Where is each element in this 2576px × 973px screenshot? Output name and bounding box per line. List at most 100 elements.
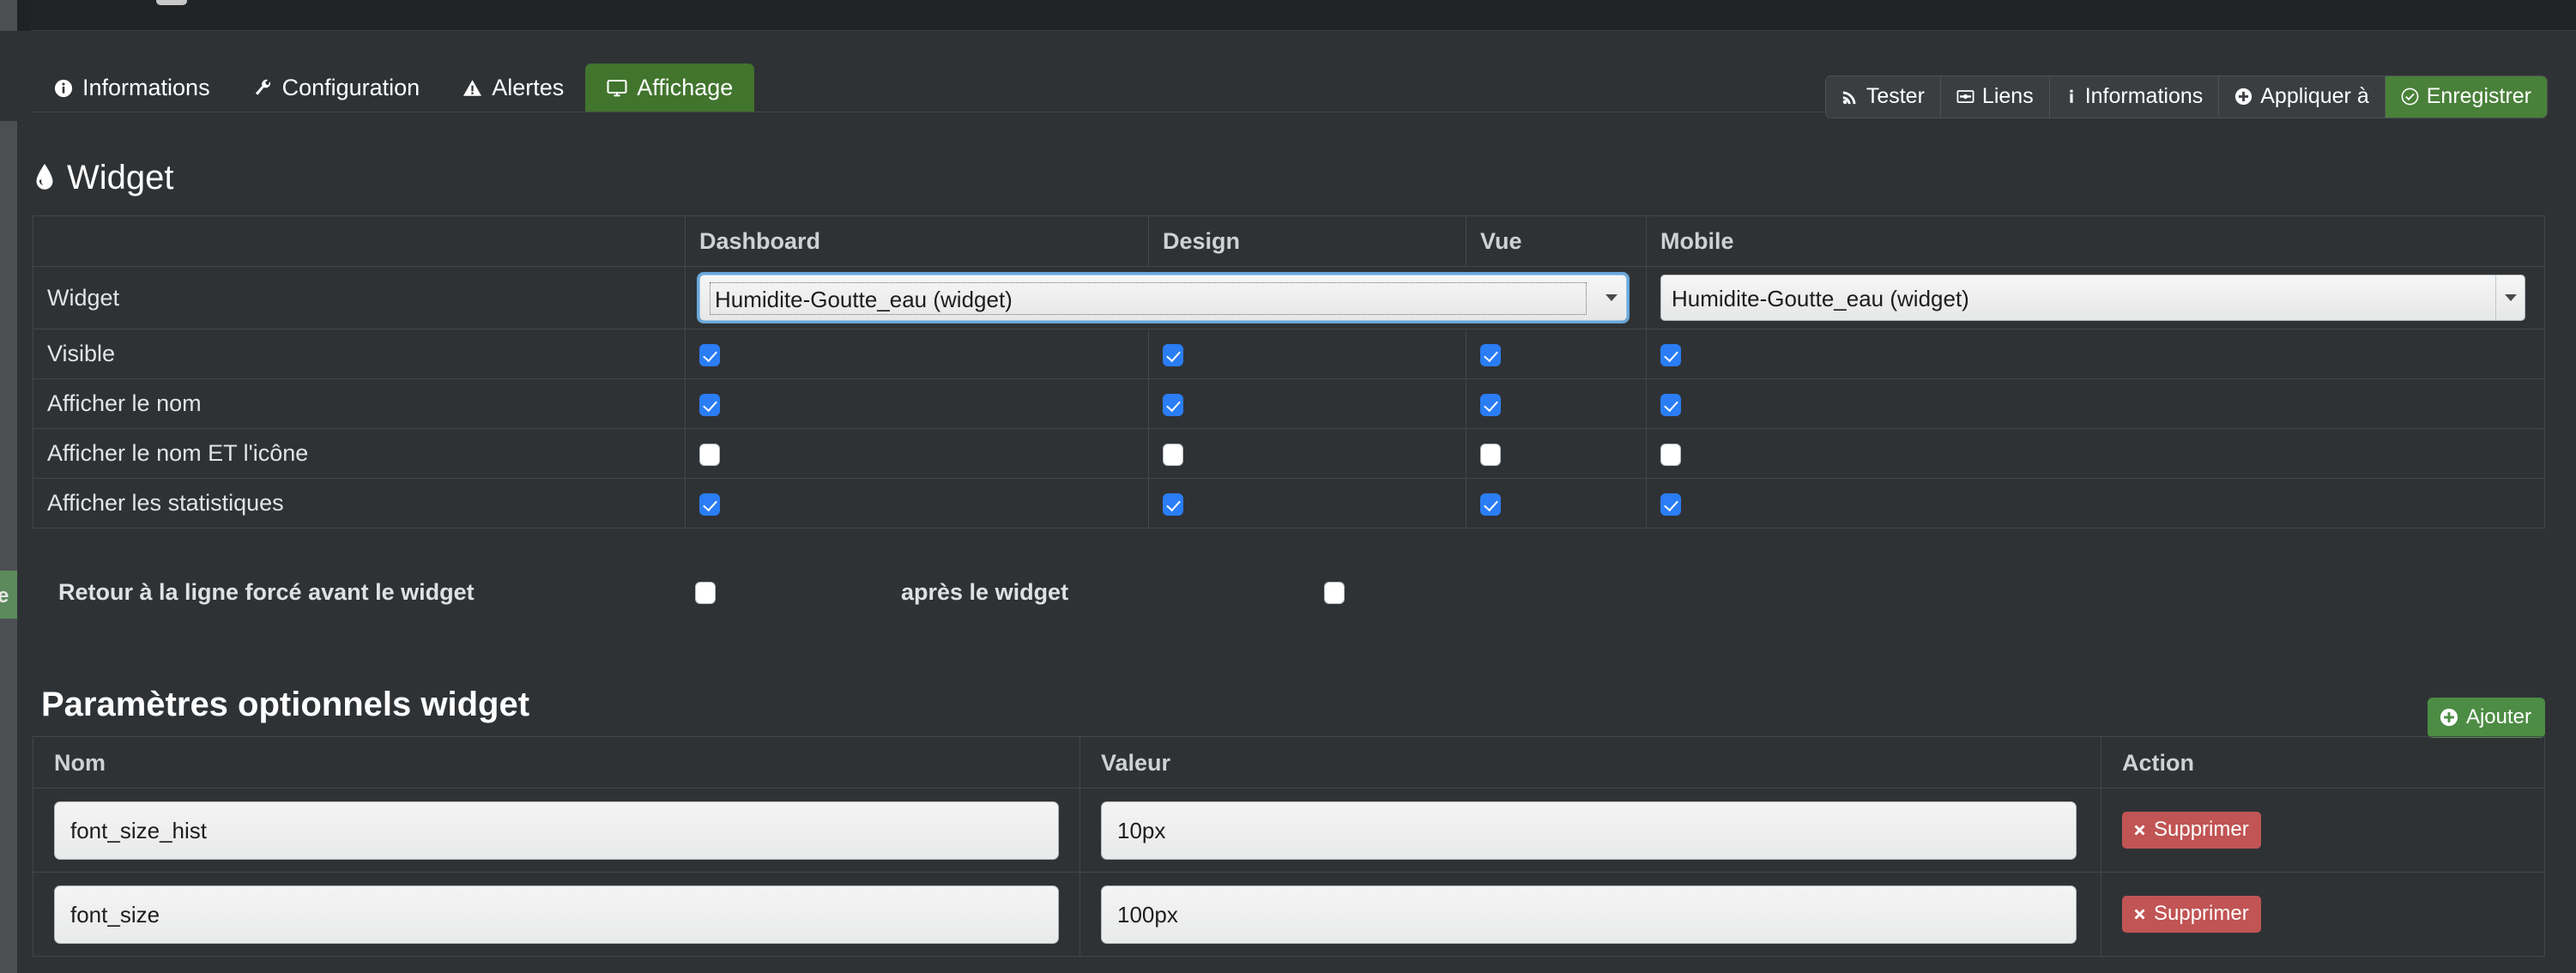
cell-dashboard-select: Humidite-Goutte_eau (widget)	[685, 266, 1647, 329]
link-frame-icon	[1956, 88, 1974, 106]
plus-circle-icon	[2234, 88, 2252, 106]
action-toolbar: Tester Liens Informations Appliquer à En	[1825, 76, 2547, 118]
checkbox-nom-design[interactable]	[1163, 394, 1183, 417]
cell-vue	[1466, 378, 1647, 429]
checkbox-visible-mobile[interactable]	[1660, 344, 1681, 367]
widget-section-title: Widget	[34, 160, 174, 195]
add-param-label: Ajouter	[2465, 705, 2531, 728]
delete-param-button[interactable]: Supprimer	[2122, 812, 2261, 849]
delete-param-label: Supprimer	[2154, 818, 2249, 841]
tab-affichage[interactable]: Affichage	[585, 63, 755, 112]
checkbox-nom-mobile[interactable]	[1660, 394, 1681, 417]
checkbox-stats-design[interactable]	[1163, 493, 1183, 517]
cell-mobile	[1646, 478, 2545, 529]
table-row-afficher-nom-icone: Afficher le nom ET l'icône	[33, 428, 2545, 479]
cell-action: Supprimer	[2101, 872, 2545, 957]
param-value-input[interactable]: 10px	[1101, 801, 2077, 860]
table-row-widget-select: Widget Humidite-Goutte_eau (widget) Humi…	[33, 266, 2545, 329]
table-row-afficher-nom: Afficher le nom	[33, 378, 2545, 429]
tab-label: Informations	[82, 75, 210, 100]
delete-param-button[interactable]: Supprimer	[2122, 896, 2261, 933]
table-row: font_size 100px Supprimer	[33, 872, 2545, 957]
tab-alertes[interactable]: Alertes	[441, 63, 585, 112]
checkbox-nom-vue[interactable]	[1480, 394, 1501, 417]
enregistrer-button[interactable]: Enregistrer	[2385, 76, 2547, 118]
liens-button[interactable]: Liens	[1940, 76, 2050, 118]
liens-label: Liens	[1981, 84, 2034, 108]
params-header-row: Nom Valeur Action	[33, 736, 2545, 789]
widget-select-mobile-value: Humidite-Goutte_eau (widget)	[1672, 286, 1969, 311]
rss-icon	[1841, 88, 1859, 106]
informations-button[interactable]: Informations	[2049, 76, 2220, 118]
plus-circle-icon	[2440, 708, 2458, 727]
col-header-dashboard: Dashboard	[685, 215, 1149, 267]
line-break-before-label: Retour à la ligne forcé avant le widget	[58, 579, 475, 605]
informations-label: Informations	[2084, 84, 2204, 108]
cell-valeur: 100px	[1079, 872, 2101, 957]
cell-valeur: 10px	[1079, 788, 2101, 873]
checkbox-stats-mobile[interactable]	[1660, 493, 1681, 517]
table-row: font_size_hist 10px Supprimer	[33, 788, 2545, 873]
col-header-design: Design	[1148, 215, 1466, 267]
tab-bar: Informations Configuration Alertes Affic…	[0, 31, 2576, 121]
widget-title-text: Widget	[67, 159, 174, 196]
row-label: Afficher les statistiques	[33, 478, 686, 529]
checkbox-visible-dashboard[interactable]	[699, 344, 720, 367]
appliquer-a-button[interactable]: Appliquer à	[2219, 76, 2386, 118]
col-header-action: Action	[2101, 736, 2545, 789]
col-header-vue: Vue	[1466, 215, 1647, 267]
cell-vue	[1466, 428, 1647, 479]
tab-informations[interactable]: Informations	[33, 63, 232, 112]
param-name-input[interactable]: font_size	[54, 885, 1059, 944]
checkbox-nomicone-design[interactable]	[1163, 444, 1183, 467]
checkbox-visible-vue[interactable]	[1480, 344, 1501, 367]
widget-select-mobile[interactable]: Humidite-Goutte_eau (widget)	[1660, 275, 2525, 321]
widget-select-dashboard[interactable]: Humidite-Goutte_eau (widget)	[697, 272, 1630, 323]
cell-dashboard	[685, 478, 1149, 529]
left-gutter: e	[0, 121, 17, 973]
col-header-blank	[33, 215, 686, 267]
cell-dashboard	[685, 378, 1149, 429]
add-param-button[interactable]: Ajouter	[2427, 698, 2545, 738]
tab-list: Informations Configuration Alertes Affic…	[33, 39, 755, 112]
main-content: e Widget Dashboard Design Vue Mobile Wid…	[0, 121, 2576, 973]
checkbox-stats-dashboard[interactable]	[699, 493, 720, 517]
line-break-options-row: Retour à la ligne forcé avant le widget …	[0, 567, 2576, 622]
row-label: Afficher le nom ET l'icône	[33, 428, 686, 479]
table-header-row: Dashboard Design Vue Mobile	[33, 215, 2545, 267]
warning-triangle-icon	[463, 78, 482, 98]
checkbox-visible-design[interactable]	[1163, 344, 1183, 367]
optional-params-title: Paramètres optionnels widget	[41, 686, 530, 723]
checkbox-nom-dashboard[interactable]	[699, 394, 720, 417]
info-letter-icon	[2065, 88, 2077, 106]
cell-vue	[1466, 329, 1647, 379]
row-label: Visible	[33, 329, 686, 379]
checkbox-nomicone-mobile[interactable]	[1660, 444, 1681, 467]
enregistrer-label: Enregistrer	[2426, 84, 2531, 108]
table-row-afficher-statistiques: Afficher les statistiques	[33, 478, 2545, 529]
close-x-icon	[2132, 823, 2147, 837]
tab-label: Affichage	[637, 75, 734, 100]
cell-nom: font_size_hist	[33, 788, 1080, 873]
cell-dashboard	[685, 428, 1149, 479]
param-value-input[interactable]: 100px	[1101, 885, 2077, 944]
check-circle-icon	[2401, 88, 2419, 106]
col-header-nom: Nom	[33, 736, 1080, 789]
checkbox-line-break-before[interactable]	[695, 582, 716, 604]
optional-params-table: Nom Valeur Action font_size_hist 10px Su…	[33, 736, 2545, 957]
wrench-icon	[253, 78, 273, 98]
checkbox-line-break-after[interactable]	[1324, 582, 1345, 604]
info-circle-icon	[54, 79, 73, 98]
chevron-down-icon[interactable]	[1597, 275, 1626, 320]
checkbox-stats-vue[interactable]	[1480, 493, 1501, 517]
checkbox-nomicone-vue[interactable]	[1480, 444, 1501, 467]
tab-configuration[interactable]: Configuration	[232, 63, 442, 112]
cell-nom: font_size	[33, 872, 1080, 957]
cell-design	[1148, 478, 1466, 529]
cell-design	[1148, 428, 1466, 479]
checkbox-nomicone-dashboard[interactable]	[699, 444, 720, 467]
param-name-input[interactable]: font_size_hist	[54, 801, 1059, 860]
tester-button[interactable]: Tester	[1825, 76, 1941, 118]
cell-design	[1148, 329, 1466, 379]
chevron-down-icon[interactable]	[2495, 275, 2525, 320]
